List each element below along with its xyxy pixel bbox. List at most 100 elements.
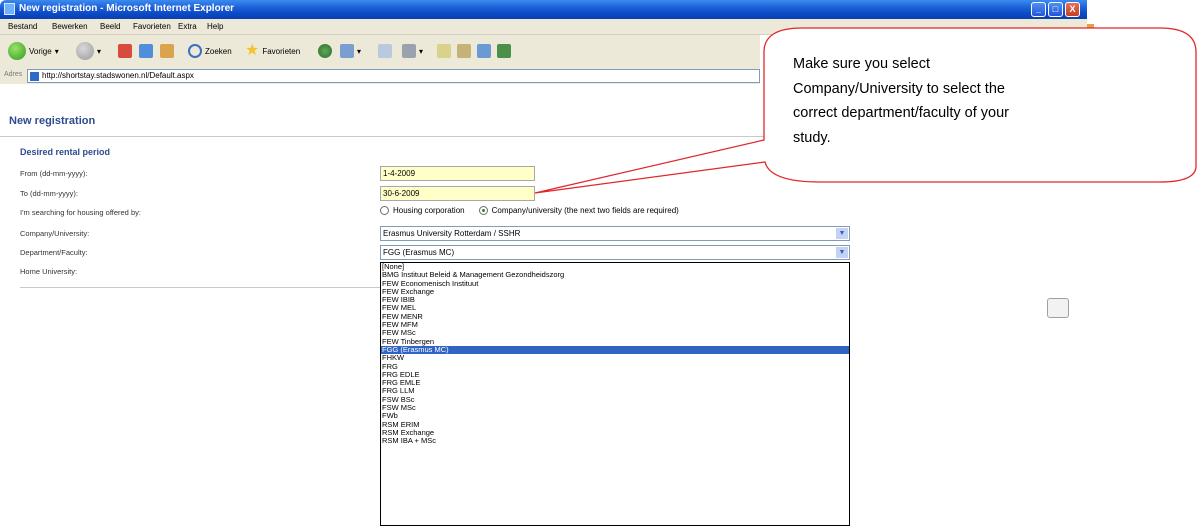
dropdown-option[interactable]: FRG LLM xyxy=(381,387,849,396)
dropdown-option[interactable]: FEW MFM xyxy=(381,320,849,329)
menu-item-file[interactable]: Bestand xyxy=(8,22,37,31)
dropdown-option[interactable]: RSM IBA + MSc xyxy=(381,436,849,445)
department-dropdown-list: [None] BMG Instituut Beleid & Management … xyxy=(380,262,850,526)
print-icon xyxy=(402,44,416,58)
chevron-down-icon: ▾ xyxy=(419,46,424,56)
address-label: Adres xyxy=(4,71,23,78)
dropdown-option[interactable]: FEW Exchange xyxy=(381,287,849,296)
dropdown-option[interactable]: FEW Tinbergen xyxy=(381,337,849,346)
back-arrow-icon xyxy=(8,42,26,60)
favorites-button[interactable]: ★ Favorieten xyxy=(245,41,300,61)
company-select-value: Erasmus University Rotterdam / SSHR xyxy=(383,229,521,238)
edit-button[interactable] xyxy=(437,41,451,61)
offered-by-label: I'm searching for housing offered by: xyxy=(20,208,141,217)
home-icon xyxy=(160,44,174,58)
company-select[interactable]: Erasmus University Rotterdam / SSHR ▼ xyxy=(380,226,850,241)
company-university-radio[interactable] xyxy=(478,206,488,215)
from-label: From (dd-mm-yyyy): xyxy=(20,169,88,178)
mail-icon xyxy=(378,44,392,58)
star-icon: ★ xyxy=(245,42,260,59)
messenger-icon xyxy=(477,44,491,58)
page-icon xyxy=(30,72,39,81)
dropdown-option[interactable]: FWb xyxy=(381,412,849,421)
address-url: http://shortstay.stadswonen.nl/Default.a… xyxy=(42,71,194,80)
dropdown-option[interactable]: FSW BSc xyxy=(381,395,849,404)
toolbar: Vorige ▾ ▾ Zoeken ★ Favorieten ▾ ▾ xyxy=(0,35,760,68)
minimize-button[interactable]: _ xyxy=(1031,2,1046,17)
dropdown-option[interactable]: FRG xyxy=(381,362,849,371)
back-button[interactable]: Vorige ▾ xyxy=(8,41,59,61)
internet-explorer-icon xyxy=(4,3,15,15)
chevron-down-icon: ▾ xyxy=(54,46,59,56)
menu-item-edit[interactable]: Bewerken xyxy=(52,22,88,31)
home-university-label: Home University: xyxy=(20,267,78,276)
windows-flag-icon xyxy=(1086,24,1094,36)
chevron-down-icon[interactable]: ▼ xyxy=(836,247,848,258)
dropdown-option[interactable]: FEW MEL xyxy=(381,304,849,313)
callout-line: Make sure you select xyxy=(793,56,931,72)
dropdown-option[interactable]: FEW MSc xyxy=(381,329,849,338)
print-button[interactable]: ▾ xyxy=(402,41,423,61)
section-title: Desired rental period xyxy=(20,147,111,157)
search-icon xyxy=(188,44,202,58)
mail-button[interactable] xyxy=(378,41,392,61)
chevron-down-icon[interactable]: ▼ xyxy=(836,228,848,239)
favorites-label: Favorieten xyxy=(262,46,301,56)
dropdown-option[interactable]: RSM Exchange xyxy=(381,428,849,437)
stop-icon xyxy=(118,44,132,58)
from-date-input[interactable]: 1-4-2009 xyxy=(380,166,535,181)
dropdown-option[interactable]: FGG (Erasmus MC) xyxy=(381,345,849,355)
media-button[interactable] xyxy=(318,41,332,61)
chevron-down-icon: ▾ xyxy=(97,46,102,56)
dropdown-option[interactable]: FEW MENR xyxy=(381,312,849,321)
housing-corporation-radio[interactable] xyxy=(380,206,389,215)
callout-line: correct department/faculty of your xyxy=(793,105,1009,121)
dropdown-option[interactable]: FSW MSc xyxy=(381,403,849,412)
callout-text: Make sure you select Company/University … xyxy=(793,52,1153,150)
forward-button[interactable]: ▾ xyxy=(76,41,101,61)
window-title: New registration - Microsoft Internet Ex… xyxy=(19,3,235,14)
refresh-icon xyxy=(139,44,153,58)
search-button[interactable]: Zoeken xyxy=(188,41,232,61)
refresh-button[interactable] xyxy=(139,41,153,61)
close-button[interactable]: X xyxy=(1065,2,1080,17)
address-input[interactable]: http://shortstay.stadswonen.nl/Default.a… xyxy=(27,69,760,83)
submit-button[interactable] xyxy=(1047,298,1069,318)
stop-button[interactable] xyxy=(118,41,132,61)
media-icon xyxy=(318,44,332,58)
discuss-icon xyxy=(457,44,471,58)
dropdown-option[interactable]: FHKW xyxy=(381,353,849,362)
divider xyxy=(20,287,380,288)
housing-corporation-label: Housing corporation xyxy=(393,206,465,215)
dropdown-option[interactable]: FRG EMLE xyxy=(381,378,849,387)
messenger-button[interactable] xyxy=(477,41,491,61)
dropdown-option[interactable]: FEW IBIB xyxy=(381,295,849,304)
department-select[interactable]: FGG (Erasmus MC) ▼ xyxy=(380,245,850,260)
callout-line: study. xyxy=(793,129,831,146)
history-icon xyxy=(340,44,354,58)
company-university-label: Company/university (the next two fields … xyxy=(491,206,679,215)
back-label: Vorige xyxy=(29,46,52,56)
search-label: Zoeken xyxy=(205,46,232,56)
tools-icon xyxy=(497,44,511,58)
menu-item-help[interactable]: Help xyxy=(207,22,223,31)
page-title: New registration xyxy=(9,115,96,127)
home-button[interactable] xyxy=(160,41,174,61)
company-label: Company/University: xyxy=(20,229,90,238)
address-bar: Adres http://shortstay.stadswonen.nl/Def… xyxy=(0,68,760,84)
title-bar: New registration - Microsoft Internet Ex… xyxy=(0,0,1087,19)
dropdown-option[interactable]: RSM ERIM xyxy=(381,420,849,429)
to-label: To (dd-mm-yyyy): xyxy=(20,189,78,198)
discuss-button[interactable] xyxy=(457,41,471,61)
dropdown-option[interactable]: FRG EDLE xyxy=(381,370,849,379)
tools-button[interactable] xyxy=(497,41,511,61)
history-button[interactable]: ▾ xyxy=(340,41,361,61)
menu-item-tools[interactable]: Extra xyxy=(178,22,197,31)
maximize-button[interactable]: □ xyxy=(1048,2,1063,17)
menu-item-favorites[interactable]: Favorieten xyxy=(133,22,171,31)
forward-arrow-icon xyxy=(76,42,94,60)
department-label: Department/Faculty: xyxy=(20,248,88,257)
to-date-input[interactable]: 30-6-2009 xyxy=(380,186,535,201)
dropdown-option[interactable]: FEW Economenisch Instituut xyxy=(381,279,849,288)
menu-item-view[interactable]: Beeld xyxy=(100,22,120,31)
